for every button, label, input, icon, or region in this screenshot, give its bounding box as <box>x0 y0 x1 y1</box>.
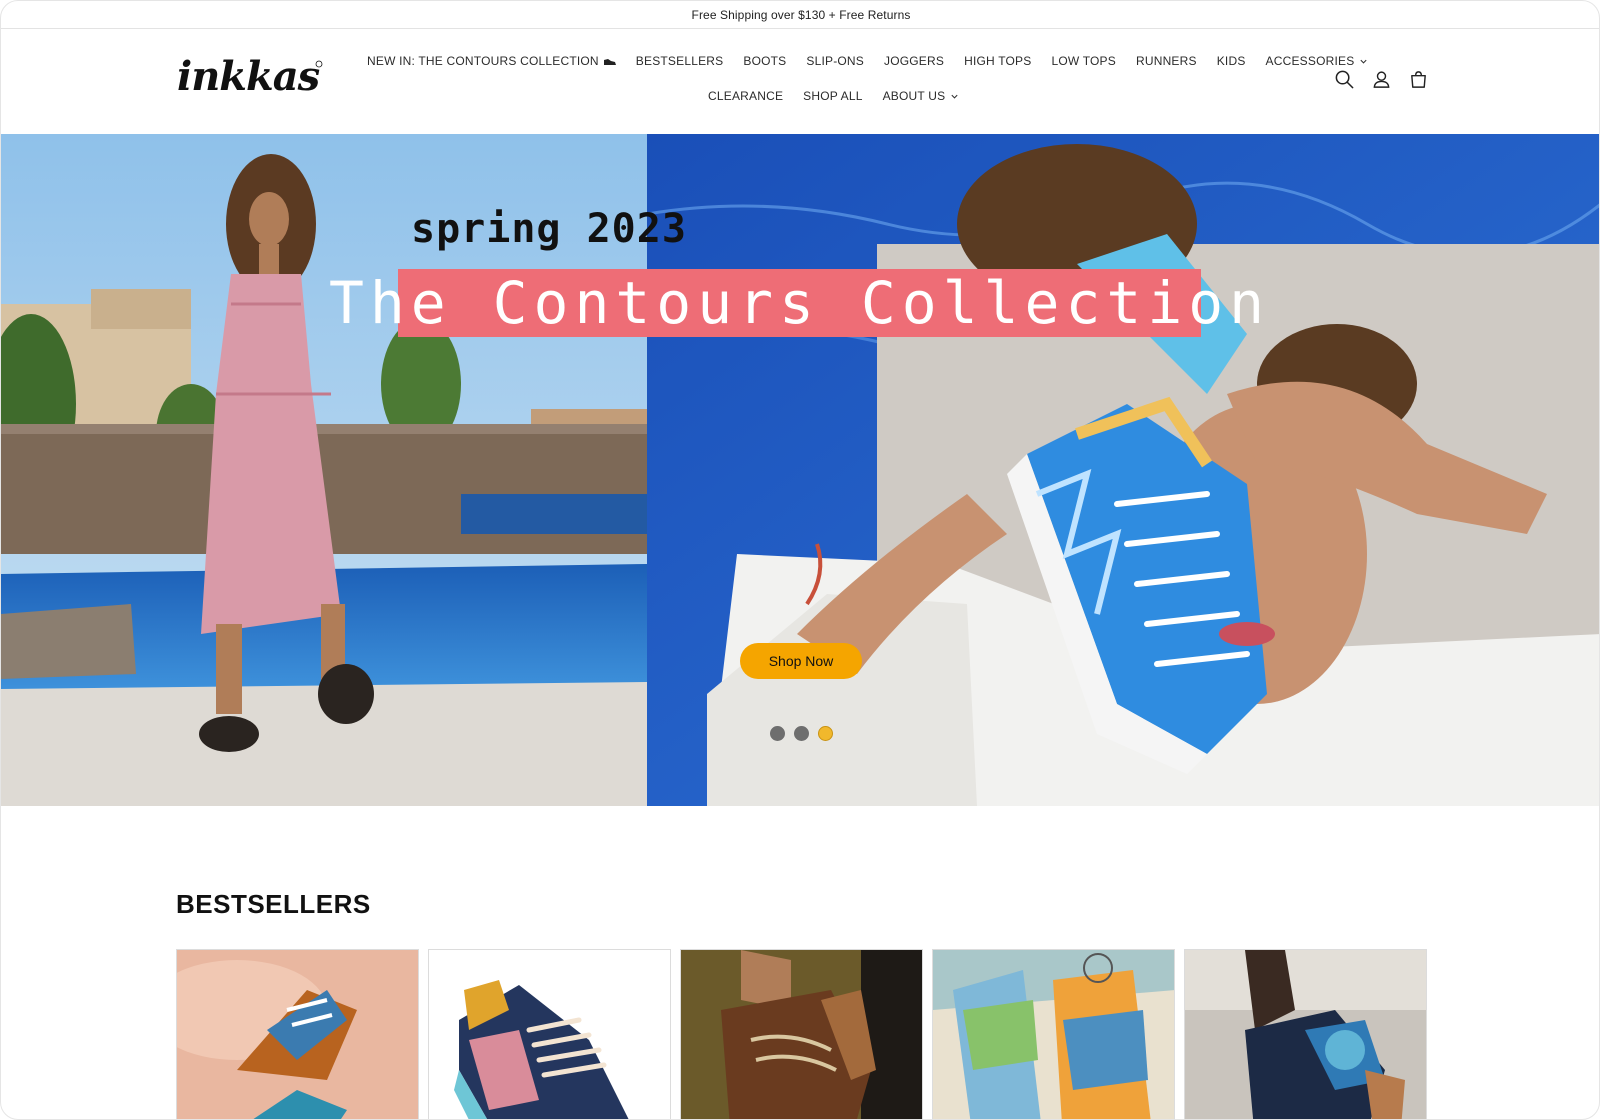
browser-page: Free Shipping over $130 + Free Returns i… <box>0 0 1600 1120</box>
product-image <box>1185 950 1426 1119</box>
nav-label: RUNNERS <box>1135 54 1197 68</box>
chevron-down-icon <box>951 94 958 99</box>
nav-label: BOOTS <box>743 54 787 68</box>
nav-label: SLIP-ONS <box>806 54 864 68</box>
search-icon[interactable] <box>1334 69 1355 90</box>
nav-label: JOGGERS <box>884 54 945 68</box>
chevron-down-icon <box>1360 59 1368 64</box>
nav-label: NEW IN: THE CONTOURS COLLECTION <box>367 54 599 68</box>
nav-new-in[interactable]: NEW IN: THE CONTOURS COLLECTION <box>367 54 616 68</box>
nav-clearance[interactable]: CLEARANCE <box>708 89 783 103</box>
product-card-3[interactable] <box>680 949 923 1119</box>
nav-label: KIDS <box>1216 54 1246 68</box>
nav-high-tops[interactable]: HIGH TOPS <box>964 54 1031 68</box>
announcement-bar: Free Shipping over $130 + Free Returns <box>1 1 1599 29</box>
product-card-1[interactable] <box>176 949 419 1119</box>
nav-label: BESTSELLERS <box>635 54 724 68</box>
nav-runners[interactable]: RUNNERS <box>1136 54 1197 68</box>
bestsellers-heading: BESTSELLERS <box>176 889 371 919</box>
slide-dot-2[interactable] <box>794 726 809 741</box>
main-nav-row-1: NEW IN: THE CONTOURS COLLECTION BESTSELL… <box>367 54 1388 68</box>
product-card-5[interactable] <box>1184 949 1427 1119</box>
inkkas-logo[interactable]: inkkas <box>175 50 325 100</box>
nav-about-us[interactable]: ABOUT US <box>883 89 960 103</box>
hero-subtitle: spring 2023 <box>411 206 687 252</box>
header-icons <box>1334 69 1429 90</box>
nav-low-tops[interactable]: LOW TOPS <box>1051 54 1116 68</box>
main-nav-row-2: CLEARANCE SHOP ALL ABOUT US <box>708 89 979 103</box>
nav-shop-all[interactable]: SHOP ALL <box>803 89 862 103</box>
logo-text: inkkas <box>177 53 320 100</box>
product-image <box>681 950 922 1119</box>
product-card-4[interactable] <box>932 949 1175 1119</box>
nav-kids[interactable]: KIDS <box>1217 54 1246 68</box>
bestsellers-grid <box>176 949 1427 1119</box>
site-header: inkkas NEW IN: THE CONTOURS COLLECTION B… <box>1 30 1599 134</box>
nav-label: SHOP ALL <box>803 89 863 103</box>
hero-title-banner: The Contours Collection <box>329 269 1264 337</box>
slider-dots <box>770 726 833 741</box>
nav-label: ACCESSORIES <box>1265 54 1355 68</box>
nav-accessories[interactable]: ACCESSORIES <box>1266 54 1369 68</box>
shoe-icon <box>603 58 616 65</box>
shop-now-button[interactable]: Shop Now <box>740 643 862 679</box>
product-image <box>177 950 418 1119</box>
nav-slip-ons[interactable]: SLIP-ONS <box>806 54 864 68</box>
nav-label: HIGH TOPS <box>964 54 1032 68</box>
nav-bestsellers[interactable]: BESTSELLERS <box>636 54 724 68</box>
hero-banner[interactable]: spring 2023 The Contours Collection Shop… <box>1 134 1599 806</box>
nav-boots[interactable]: BOOTS <box>743 54 786 68</box>
hero-photo-right <box>647 134 1599 806</box>
product-image <box>933 950 1174 1119</box>
nav-label: ABOUT US <box>882 89 946 103</box>
slide-dot-1[interactable] <box>770 726 785 741</box>
nav-joggers[interactable]: JOGGERS <box>884 54 944 68</box>
hero-title: The Contours Collection <box>328 269 1271 337</box>
announcement-text: Free Shipping over $130 + Free Returns <box>691 7 911 22</box>
nav-label: CLEARANCE <box>708 89 784 103</box>
slide-dot-3-active[interactable] <box>818 726 833 741</box>
product-image <box>429 950 670 1119</box>
product-card-2[interactable] <box>428 949 671 1119</box>
account-icon[interactable] <box>1371 69 1392 90</box>
nav-label: LOW TOPS <box>1051 54 1116 68</box>
cart-icon[interactable] <box>1408 69 1429 90</box>
